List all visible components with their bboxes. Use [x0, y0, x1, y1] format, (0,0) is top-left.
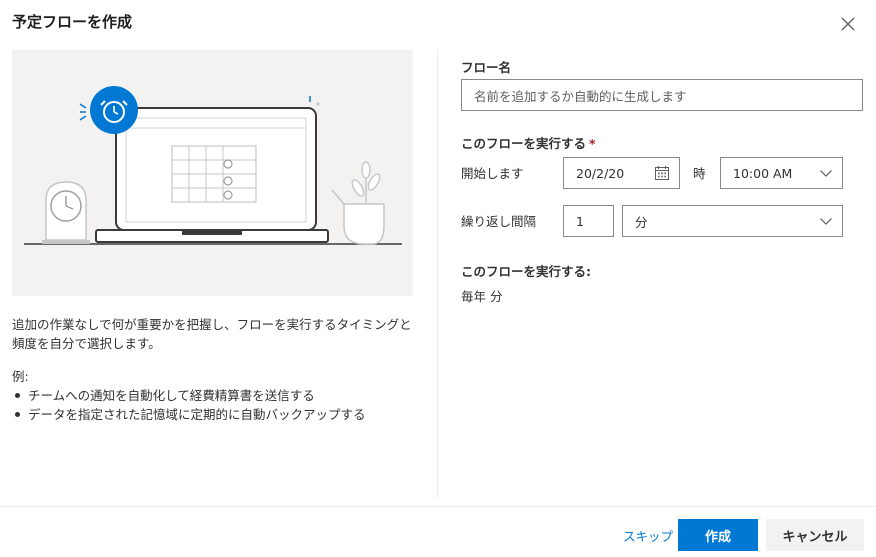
desk-clock-icon	[42, 181, 90, 244]
time-label: 時	[693, 166, 706, 181]
flow-name-label: フロー名	[461, 60, 512, 75]
dialog-title: 予定フローを作成	[12, 13, 133, 31]
start-date-picker[interactable]: 20/2/20	[563, 157, 680, 189]
potted-plant-icon	[331, 161, 385, 245]
create-scheduled-flow-dialog: 予定フローを作成 追加の作業なしで何が重要かを把握し、フローを実行するタイミング…	[0, 0, 876, 557]
repeat-interval-value: 1	[576, 213, 584, 229]
scheduled-flow-illustration	[12, 50, 413, 296]
run-summary-value: 毎年 分	[461, 289, 503, 304]
example-label: 例:	[12, 369, 29, 384]
close-button[interactable]	[837, 13, 859, 35]
flow-description: 追加の作業なしで何が重要かを把握し、フローを実行するタイミングと頻度を自分で選択…	[12, 317, 412, 351]
start-label: 開始します	[461, 166, 524, 181]
start-time-dropdown[interactable]: 10:00 AM	[720, 157, 843, 189]
sparkle-icon	[309, 96, 320, 106]
cancel-button[interactable]: キャンセル	[766, 519, 864, 551]
calendar-grid-icon	[171, 145, 257, 203]
required-mark: *	[589, 136, 596, 151]
alarm-clock-icon	[79, 86, 138, 134]
chevron-down-icon	[819, 214, 833, 228]
flow-name-input[interactable]: 名前を追加するか自動的に生成します	[461, 79, 863, 111]
calendar-icon[interactable]	[654, 165, 670, 181]
close-icon	[841, 17, 855, 31]
repeat-unit-value: 分	[635, 214, 648, 230]
footer-divider	[0, 506, 876, 507]
run-flow-label: このフローを実行する *	[461, 133, 596, 152]
start-date-value: 20/2/20	[576, 165, 625, 181]
chevron-down-icon	[819, 166, 833, 180]
skip-link[interactable]: スキップ	[623, 526, 673, 545]
run-flow-label-text: このフローを実行する	[461, 136, 587, 151]
create-button[interactable]: 作成	[678, 519, 758, 551]
vertical-divider	[437, 50, 438, 498]
repeat-interval-input[interactable]: 1	[563, 205, 614, 237]
start-time-value: 10:00 AM	[733, 165, 793, 181]
laptop-calendar-illustration	[24, 86, 402, 245]
repeat-unit-dropdown[interactable]: 分	[622, 205, 843, 237]
example-list: チームへの通知を自動化して経費精算書を送信する データを指定された記憶域に定期的…	[12, 386, 366, 424]
flow-name-placeholder: 名前を追加するか自動的に生成します	[474, 88, 687, 104]
example-item: データを指定された記憶域に定期的に自動バックアップする	[12, 405, 366, 424]
run-summary-label: このフローを実行する:	[461, 264, 591, 279]
repeat-interval-label: 繰り返し間隔	[461, 214, 537, 229]
example-item: チームへの通知を自動化して経費精算書を送信する	[12, 386, 366, 405]
